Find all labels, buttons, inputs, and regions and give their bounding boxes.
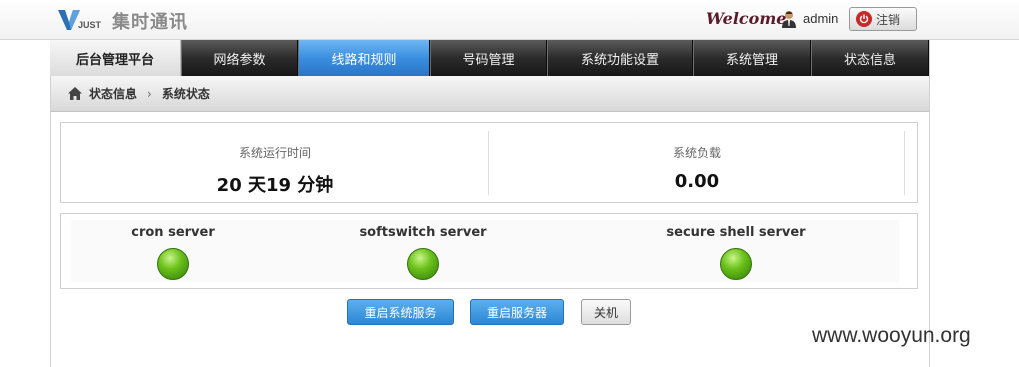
services-list: cron server softswitch server secure she… (71, 220, 899, 282)
service-name: cron server (131, 225, 215, 240)
main-nav: 后台管理平台 网络参数 线路和规则 号码管理 系统功能设置 系统管理 状态信息 (50, 40, 929, 76)
breadcrumb-separator: › (147, 86, 152, 101)
logout-label: 注销 (876, 12, 901, 27)
welcome-text: Welcome (706, 9, 787, 28)
uptime-stat: 系统运行时间 20 天19 分钟 (61, 123, 489, 204)
watermark: www.wooyun.org (812, 324, 971, 347)
logo-text: 集时通讯 (112, 12, 188, 33)
status-light-icon (157, 248, 189, 280)
service-item-softswitch: softswitch server (323, 220, 523, 280)
user-icon (782, 11, 796, 28)
tab-network[interactable]: 网络参数 (181, 40, 298, 76)
username: admin (803, 11, 839, 26)
logo-subtext: JUST (78, 20, 102, 30)
services-panel: cron server softswitch server secure she… (60, 213, 918, 289)
uptime-value: 20 天19 分钟 (216, 175, 334, 196)
stat-divider (904, 131, 905, 195)
service-item-cron: cron server (73, 220, 273, 280)
service-name: softswitch server (359, 225, 487, 240)
logo: JUST 集时通讯 (56, 6, 196, 34)
load-label: 系统负载 (672, 146, 721, 160)
breadcrumb-parent[interactable]: 状态信息 (89, 85, 137, 102)
load-stat: 系统负载 0.00 (489, 123, 905, 204)
service-name: secure shell server (666, 225, 806, 240)
top-header: JUST 集时通讯 Welcome admin 注销 (0, 0, 1019, 40)
shutdown-button[interactable]: 关机 (581, 299, 631, 325)
power-icon (856, 11, 872, 27)
breadcrumb: 状态信息 › 系统状态 (51, 76, 929, 112)
status-light-icon (407, 248, 439, 280)
service-item-ssh: secure shell server (636, 220, 836, 280)
system-stats-panel: 系统运行时间 20 天19 分钟 系统负载 0.00 (60, 122, 918, 203)
home-icon (68, 87, 82, 100)
tab-numbers[interactable]: 号码管理 (430, 40, 547, 76)
tab-status-info[interactable]: 状态信息 (811, 40, 929, 76)
logout-button[interactable]: 注销 (849, 7, 917, 31)
tab-system-management[interactable]: 系统管理 (693, 40, 811, 76)
status-light-icon (720, 248, 752, 280)
tab-system-features[interactable]: 系统功能设置 (547, 40, 693, 76)
breadcrumb-current: 系统状态 (161, 87, 210, 101)
load-value: 0.00 (674, 171, 720, 192)
nav-brand: 后台管理平台 (50, 40, 181, 76)
tab-routes-rules[interactable]: 线路和规则 (298, 40, 430, 76)
restart-server-button[interactable]: 重启服务器 (470, 299, 564, 325)
restart-services-button[interactable]: 重启系统服务 (347, 299, 454, 325)
uptime-label: 系统运行时间 (238, 146, 311, 160)
